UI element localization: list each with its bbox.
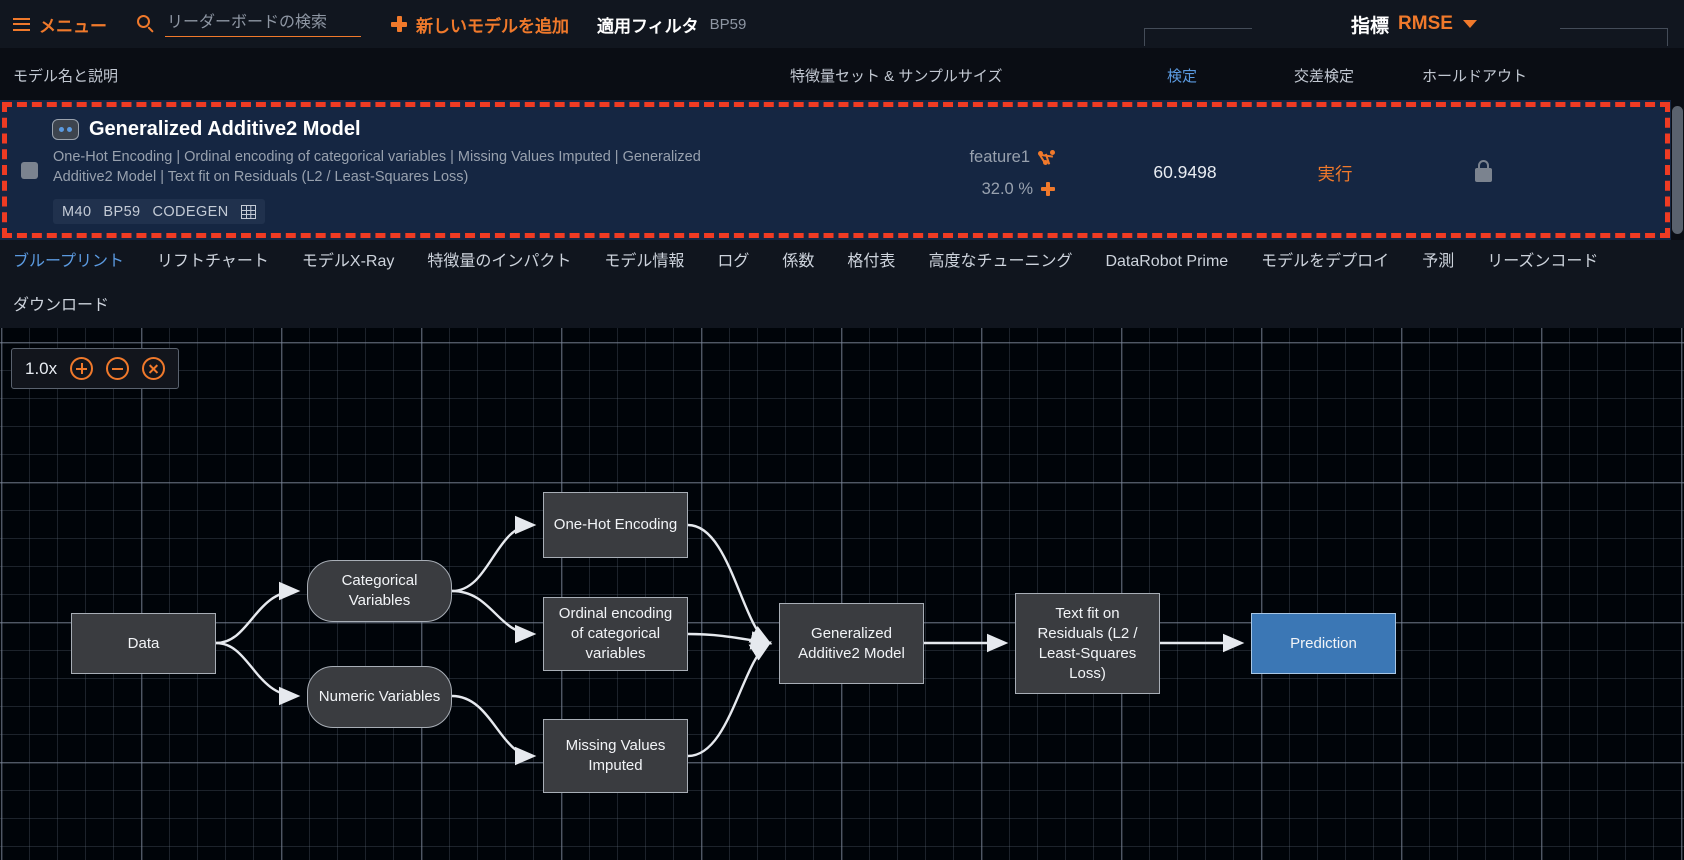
datarobot-leaderboard-page: メニュー 新しいモデルを追加 適用フィルタ BP59 指標 RMSE モデル名と…: [0, 0, 1684, 860]
grid-table-icon[interactable]: [240, 204, 256, 219]
hamburger-icon: [13, 17, 30, 31]
blueprint-node-missing[interactable]: Missing Values Imputed: [543, 719, 688, 793]
validation-score: 60.9498: [1153, 162, 1217, 182]
cross-validation-run-button[interactable]: 実行: [1290, 161, 1380, 186]
badge-model-id: M40: [62, 203, 92, 220]
blueprint-node-catvar[interactable]: Categorical Variables: [307, 560, 452, 622]
tab-item[interactable]: ログ: [717, 240, 749, 284]
tab-item[interactable]: DataRobot Prime: [1105, 240, 1228, 284]
zoom-in-icon[interactable]: [70, 357, 94, 380]
badge-blueprint: BP59: [103, 203, 141, 220]
badge-codegen: CODEGEN: [152, 203, 229, 220]
menu-button[interactable]: メニュー: [13, 12, 107, 37]
metric-selector-zone: 指標 RMSE: [1144, 0, 1684, 48]
blueprint-edges: [215, 515, 1245, 766]
blueprint-node-gam[interactable]: Generalized Additive2 Model: [779, 603, 924, 684]
menu-label: メニュー: [39, 16, 107, 36]
blueprint-node-pred[interactable]: Prediction: [1251, 613, 1396, 674]
blueprint-node-data[interactable]: Data: [71, 613, 216, 674]
model-tab-list: ブループリント リフトチャート モデルX-Ray 特徴量のインパクト モデル情報 ログ 係数…: [13, 240, 1671, 328]
model-badges: M40 BP59 CODEGEN: [53, 199, 265, 224]
blueprint-node-ordinal[interactable]: Ordinal encoding of categorical variable…: [543, 597, 688, 671]
metric-value: RMSE: [1398, 13, 1453, 34]
tab-item[interactable]: 係数: [782, 240, 814, 284]
zoom-level-label: 1.0x: [25, 358, 58, 378]
tab-item[interactable]: モデルX-Ray: [302, 240, 394, 284]
add-new-model-label: 新しいモデルを追加: [416, 16, 569, 36]
tab-item[interactable]: 特徴量のインパクト: [427, 240, 571, 284]
leaderboard-search: [137, 9, 361, 39]
robot-icon: [52, 119, 79, 140]
column-header-holdout[interactable]: ホールドアウト: [1422, 65, 1527, 86]
blueprint-network-icon[interactable]: [1038, 149, 1055, 165]
applied-filter-value: BP59: [709, 15, 747, 33]
plus-icon[interactable]: [1041, 182, 1055, 196]
column-header-featureset[interactable]: 特徴量セット & サンプルサイズ: [790, 65, 1002, 86]
lock-icon[interactable]: [1475, 160, 1492, 182]
blueprint-node-numvar[interactable]: Numeric Variables: [307, 666, 452, 728]
apply-filter-button[interactable]: 適用フィルタ: [597, 12, 699, 37]
blueprint-node-textfit[interactable]: Text fit on Residuals (L2 / Least-Square…: [1015, 593, 1160, 694]
metric-selector[interactable]: 指標 RMSE: [1351, 11, 1477, 38]
blueprint-node-onehot[interactable]: One-Hot Encoding: [543, 492, 688, 558]
featureset-and-sample-size: feature1 32.0 %: [900, 145, 1055, 201]
leaderboard-scrollbar-track[interactable]: [1671, 100, 1684, 240]
column-header-cross-validation[interactable]: 交差検定: [1294, 65, 1354, 86]
add-new-model-button[interactable]: 新しいモデルを追加: [391, 12, 569, 37]
tab-item[interactable]: リーズンコード: [1487, 240, 1598, 284]
zoom-reset-icon[interactable]: [142, 357, 166, 380]
column-header-model-name[interactable]: モデル名と説明: [13, 65, 118, 86]
decorative-bracket-left: [1144, 28, 1252, 46]
decorative-bracket-right: [1560, 28, 1668, 46]
tab-item[interactable]: モデルをデプロイ: [1261, 240, 1389, 284]
model-row-checkbox[interactable]: [21, 162, 38, 179]
metric-label: 指標: [1351, 15, 1390, 37]
model-tabs: ブループリント リフトチャート モデルX-Ray 特徴量のインパクト モデル情報 ログ 係数…: [0, 240, 1684, 328]
search-input[interactable]: [165, 11, 361, 37]
tab-item[interactable]: 予測: [1422, 240, 1454, 284]
tab-item[interactable]: ブループリント: [13, 240, 124, 284]
zoom-controls: 1.0x: [11, 348, 180, 389]
chevron-down-icon: [1462, 20, 1477, 28]
featureset-name[interactable]: feature1: [969, 148, 1030, 167]
zoom-out-icon[interactable]: [106, 357, 130, 380]
leaderboard-scrollbar-thumb[interactable]: [1672, 106, 1683, 234]
top-toolbar: メニュー 新しいモデルを追加 適用フィルタ BP59 指標 RMSE: [0, 0, 1684, 48]
sample-size-value: 32.0 %: [981, 179, 1033, 198]
tab-item[interactable]: リフトチャート: [157, 240, 269, 284]
leaderboard-column-headers: モデル名と説明 特徴量セット & サンプルサイズ 検定 交差検定 ホールドアウト: [0, 48, 1684, 100]
model-title[interactable]: Generalized Additive2 Model: [89, 118, 361, 141]
plus-icon: [391, 16, 407, 32]
model-description: One-Hot Encoding | Ordinal encoding of c…: [53, 149, 701, 185]
search-icon[interactable]: [137, 15, 155, 33]
column-header-validation[interactable]: 検定: [1167, 65, 1197, 86]
tab-item[interactable]: 格付表: [847, 240, 895, 284]
tab-item[interactable]: ダウンロード: [13, 284, 109, 328]
tab-item[interactable]: 高度なチューニング: [928, 240, 1072, 284]
tab-item[interactable]: モデル情報: [604, 240, 684, 284]
blueprint-canvas[interactable]: 1.0x Data Categorical Variables Numeric …: [0, 328, 1684, 860]
